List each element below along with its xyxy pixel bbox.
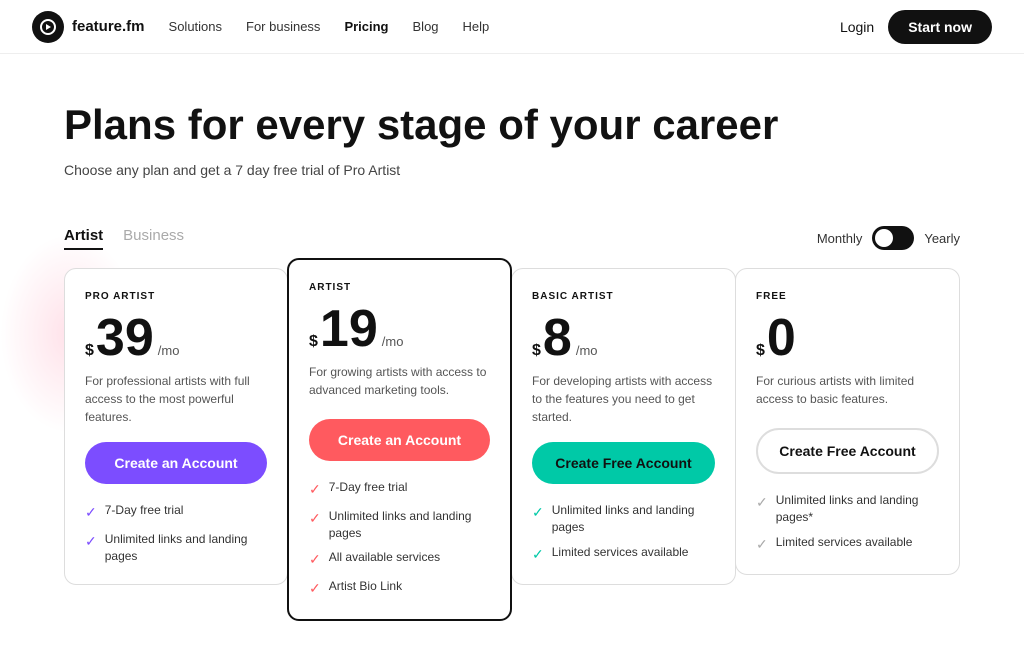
hero-section: Plans for every stage of your career Cho… xyxy=(0,54,1024,206)
create-account-artist-button[interactable]: Create an Account xyxy=(309,419,490,461)
feature-item: ✓ Unlimited links and landing pages xyxy=(309,508,490,542)
nav-link-blog[interactable]: Blog xyxy=(413,19,439,34)
plan-card-artist: ARTIST $ 19 /mo For growing artists with… xyxy=(287,258,512,620)
price-period-artist: /mo xyxy=(382,334,404,349)
plan-price-artist: $ 19 /mo xyxy=(309,303,490,355)
check-icon: ✓ xyxy=(309,579,321,599)
login-button[interactable]: Login xyxy=(840,19,874,35)
check-icon: ✓ xyxy=(85,532,97,552)
billing-toggle: Monthly Yearly xyxy=(817,226,960,250)
plan-desc-artist: For growing artists with access to advan… xyxy=(309,363,490,403)
check-icon: ✓ xyxy=(85,503,97,523)
start-now-button[interactable]: Start now xyxy=(888,10,992,44)
nav-logo[interactable]: feature.fm xyxy=(32,11,145,43)
nav-links: Solutions For business Pricing Blog Help xyxy=(169,19,490,34)
check-icon: ✓ xyxy=(309,509,321,529)
tab-artist[interactable]: Artist xyxy=(64,227,103,250)
check-icon: ✓ xyxy=(532,503,544,523)
logo-text: feature.fm xyxy=(72,18,145,35)
logo-icon xyxy=(32,11,64,43)
feature-item: ✓ Unlimited links and landing pages xyxy=(85,531,267,565)
plan-price-pro: $ 39 /mo xyxy=(85,312,267,364)
features-list-free: ✓ Unlimited links and landing pages* ✓ L… xyxy=(756,492,939,554)
features-list-pro: ✓ 7-Day free trial ✓ Unlimited links and… xyxy=(85,502,267,564)
price-amount-basic: 8 xyxy=(543,312,572,364)
hero-subtitle: Choose any plan and get a 7 day free tri… xyxy=(64,162,960,178)
check-icon: ✓ xyxy=(309,480,321,500)
pricing-header: Artist Business Monthly Yearly xyxy=(64,226,960,250)
hero-title: Plans for every stage of your career xyxy=(64,102,960,148)
feature-item: ✓ 7-Day free trial xyxy=(309,479,490,500)
plan-tabs: Artist Business xyxy=(64,227,184,250)
plan-label-artist: ARTIST xyxy=(309,282,490,293)
create-free-account-free-button[interactable]: Create Free Account xyxy=(756,428,939,474)
create-account-pro-button[interactable]: Create an Account xyxy=(85,442,267,484)
feature-item: ✓ 7-Day free trial xyxy=(85,502,267,523)
nav-actions: Login Start now xyxy=(840,10,992,44)
nav-link-solutions[interactable]: Solutions xyxy=(169,19,222,34)
feature-item: ✓ Artist Bio Link xyxy=(309,578,490,599)
check-icon: ✓ xyxy=(756,493,768,513)
check-icon: ✓ xyxy=(309,550,321,570)
feature-item: ✓ Unlimited links and landing pages* xyxy=(756,492,939,526)
feature-item: ✓ All available services xyxy=(309,549,490,570)
create-free-account-basic-button[interactable]: Create Free Account xyxy=(532,442,715,484)
check-icon: ✓ xyxy=(532,545,544,565)
price-dollar-free: $ xyxy=(756,342,765,360)
plan-label-free: FREE xyxy=(756,291,939,302)
plan-price-free: $ 0 xyxy=(756,312,939,364)
price-period-pro: /mo xyxy=(158,343,180,358)
price-period-basic: /mo xyxy=(576,343,598,358)
features-list-artist: ✓ 7-Day free trial ✓ Unlimited links and… xyxy=(309,479,490,598)
navbar: feature.fm Solutions For business Pricin… xyxy=(0,0,1024,54)
plan-label-pro: PRO ARTIST xyxy=(85,291,267,302)
plan-card-free: FREE $ 0 For curious artists with limite… xyxy=(735,268,960,575)
features-list-basic: ✓ Unlimited links and landing pages ✓ Li… xyxy=(532,502,715,564)
pricing-section: Artist Business Monthly Yearly PRO ARTIS… xyxy=(0,206,1024,660)
price-amount-artist: 19 xyxy=(320,303,378,355)
pricing-cards: PRO ARTIST $ 39 /mo For professional art… xyxy=(64,268,960,620)
feature-item: ✓ Limited services available xyxy=(532,544,715,565)
price-dollar-basic: $ xyxy=(532,342,541,360)
price-dollar-artist: $ xyxy=(309,333,318,351)
billing-monthly-label: Monthly xyxy=(817,231,863,246)
billing-toggle-switch[interactable] xyxy=(872,226,914,250)
plan-desc-pro: For professional artists with full acces… xyxy=(85,372,267,426)
nav-link-pricing[interactable]: Pricing xyxy=(344,19,388,34)
toggle-knob xyxy=(875,229,893,247)
billing-yearly-label: Yearly xyxy=(924,231,960,246)
feature-item: ✓ Limited services available xyxy=(756,534,939,555)
plan-price-basic: $ 8 /mo xyxy=(532,312,715,364)
tab-business[interactable]: Business xyxy=(123,227,184,250)
nav-link-business[interactable]: For business xyxy=(246,19,320,34)
plan-desc-free: For curious artists with limited access … xyxy=(756,372,939,412)
feature-item: ✓ Unlimited links and landing pages xyxy=(532,502,715,536)
price-amount-pro: 39 xyxy=(96,312,154,364)
plan-desc-basic: For developing artists with access to th… xyxy=(532,372,715,426)
plan-label-basic: BASIC ARTIST xyxy=(532,291,715,302)
nav-link-help[interactable]: Help xyxy=(463,19,490,34)
price-amount-free: 0 xyxy=(767,312,796,364)
price-dollar-pro: $ xyxy=(85,342,94,360)
